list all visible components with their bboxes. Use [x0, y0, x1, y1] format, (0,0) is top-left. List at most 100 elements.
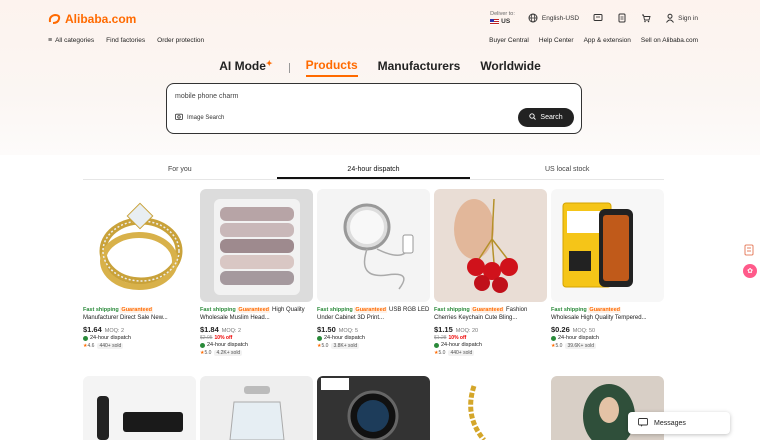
product-title: Fast shipping Guaranteed Manufacturer Dir…: [83, 306, 196, 322]
product-rating: 5.0: [555, 343, 563, 349]
tab-for-you[interactable]: For you: [83, 160, 277, 179]
all-categories-label: All categories: [55, 37, 95, 44]
image-search-button[interactable]: Image Search: [175, 113, 224, 122]
product-image-smartwatch[interactable]: [317, 376, 430, 440]
messages-button[interactable]: Messages: [628, 412, 730, 434]
order-protection-link[interactable]: Order protection: [157, 37, 204, 44]
sparkle-icon: ✦: [265, 59, 273, 68]
check-icon: [83, 335, 88, 341]
fast-shipping-badge: Fast shipping: [200, 307, 236, 313]
guaranteed-badge: Guaranteed: [471, 307, 504, 313]
product-title: Fast shipping Guaranteed Fashion Cherries…: [434, 306, 547, 322]
tab-products[interactable]: Products: [305, 58, 358, 77]
product-sold: 3.8K+ sold: [331, 343, 360, 349]
logo-icon: [48, 13, 61, 24]
cart-icon[interactable]: [640, 13, 651, 24]
help-center-link[interactable]: Help Center: [539, 37, 574, 44]
user-icon: [664, 13, 675, 24]
us-flag-icon: [490, 18, 500, 25]
product-image-tv-box[interactable]: [83, 376, 196, 440]
dispatch-label: 24-hour dispatch: [90, 335, 131, 341]
language-selector[interactable]: English-USD: [528, 13, 579, 24]
orders-icon[interactable]: [616, 13, 627, 24]
original-price: $1.28: [434, 335, 447, 341]
dispatch-badge: 24-hour dispatch: [83, 335, 196, 341]
compare-icon[interactable]: [744, 243, 754, 256]
fast-shipping-badge: Fast shipping: [317, 307, 353, 313]
tab-ai-mode-label: AI Mode: [219, 59, 266, 73]
product-moq: MOQ: 2: [221, 328, 242, 334]
search-button-label: Search: [540, 114, 563, 121]
dispatch-label: 24-hour dispatch: [207, 342, 248, 348]
tab-ai-mode[interactable]: AI Mode✦: [219, 59, 272, 76]
mode-tabs: AI Mode✦ Products Manufacturers Worldwid…: [0, 58, 760, 77]
buyer-central-link[interactable]: Buyer Central: [489, 37, 529, 44]
chat-icon: [638, 417, 648, 429]
product-rating: 5.0: [204, 350, 212, 356]
product-grid: Fast shipping Guaranteed Manufacturer Dir…: [83, 189, 664, 356]
discount-row: $1.28 10% off: [434, 335, 547, 341]
product-title: Fast shipping Guaranteed High Quality Who…: [200, 306, 313, 322]
deliver-to[interactable]: Deliver to: US: [490, 11, 515, 25]
message-icon[interactable]: [592, 13, 603, 24]
original-price: $2.05: [200, 335, 213, 341]
secondary-nav-left: ≡ All categories Find factories Order pro…: [48, 37, 204, 44]
product-card[interactable]: Fast shipping Guaranteed Manufacturer Dir…: [83, 189, 196, 356]
product-image-rings: [83, 189, 196, 302]
tab-24-hour-dispatch[interactable]: 24-hour dispatch: [276, 160, 471, 179]
dispatch-badge: 24-hour dispatch: [317, 335, 430, 341]
check-icon: [434, 342, 439, 348]
rating-row: ★5.0 4.2K+ sold: [200, 350, 313, 356]
search-input[interactable]: mobile phone charm: [175, 93, 238, 100]
product-sold: 440+ sold: [448, 350, 475, 356]
tab-worldwide[interactable]: Worldwide: [480, 59, 540, 76]
dispatch-label: 24-hour dispatch: [324, 335, 365, 341]
messages-label: Messages: [654, 419, 686, 427]
product-moq: MOQ: 50: [572, 328, 596, 334]
app-extension-link[interactable]: App & extension: [584, 37, 631, 44]
all-categories-link[interactable]: ≡ All categories: [48, 37, 94, 44]
product-price: $0.26: [551, 325, 570, 334]
menu-icon: ≡: [48, 37, 53, 44]
product-grid-row-2: [83, 376, 664, 440]
product-moq: MOQ: 5: [338, 328, 359, 334]
check-icon: [551, 335, 556, 341]
product-image-tempered-glass: [551, 189, 664, 302]
product-image-gold-chain[interactable]: [434, 376, 547, 440]
product-moq: MOQ: 20: [455, 328, 479, 334]
top-right-bar: Deliver to: US English-USD Sign in: [490, 11, 698, 25]
dispatch-label: 24-hour dispatch: [558, 335, 599, 341]
product-card[interactable]: Fast shipping Guaranteed Fashion Cherries…: [434, 189, 547, 356]
guaranteed-badge: Guaranteed: [588, 307, 621, 313]
sign-in-link[interactable]: Sign in: [664, 13, 698, 24]
tab-manufacturers[interactable]: Manufacturers: [378, 59, 461, 76]
product-sold: 39.6K+ sold: [565, 343, 596, 349]
dispatch-label: 24-hour dispatch: [441, 342, 482, 348]
guaranteed-badge: Guaranteed: [120, 307, 153, 313]
rating-row: ★4.6 440+ sold: [83, 343, 196, 349]
search-box[interactable]: mobile phone charm Image Search Search: [166, 83, 582, 134]
fast-shipping-badge: Fast shipping: [83, 307, 119, 313]
find-factories-link[interactable]: Find factories: [106, 37, 145, 44]
guaranteed-badge: Guaranteed: [354, 307, 387, 313]
sell-on-alibaba-link[interactable]: Sell on Alibaba.com: [641, 37, 698, 44]
product-card[interactable]: Fast shipping Guaranteed USB RGB LED Unde…: [317, 189, 430, 356]
sign-in-label: Sign in: [678, 14, 698, 22]
product-rating: 5.0: [321, 343, 329, 349]
discount-row: $2.05 10% off: [200, 335, 313, 341]
product-card[interactable]: Fast shipping Guaranteed High Quality Who…: [200, 189, 313, 356]
search-button[interactable]: Search: [518, 108, 574, 127]
product-title: Fast shipping Guaranteed Wholesale High Q…: [551, 306, 664, 322]
tab-us-local-stock[interactable]: US local stock: [470, 160, 664, 179]
ai-assistant-icon[interactable]: ✿: [743, 264, 757, 278]
search-icon: [529, 113, 537, 122]
product-image-kettle[interactable]: [200, 376, 313, 440]
alibaba-logo[interactable]: Alibaba.com: [48, 12, 136, 26]
discount-badge: 10% off: [448, 335, 467, 341]
tab-divider: [288, 62, 290, 73]
product-card[interactable]: Fast shipping Guaranteed Wholesale High Q…: [551, 189, 664, 356]
camera-icon: [175, 113, 183, 122]
product-image-led-light: [317, 189, 430, 302]
product-image-cherry-keychain: [434, 189, 547, 302]
language-label: English-USD: [541, 14, 580, 22]
